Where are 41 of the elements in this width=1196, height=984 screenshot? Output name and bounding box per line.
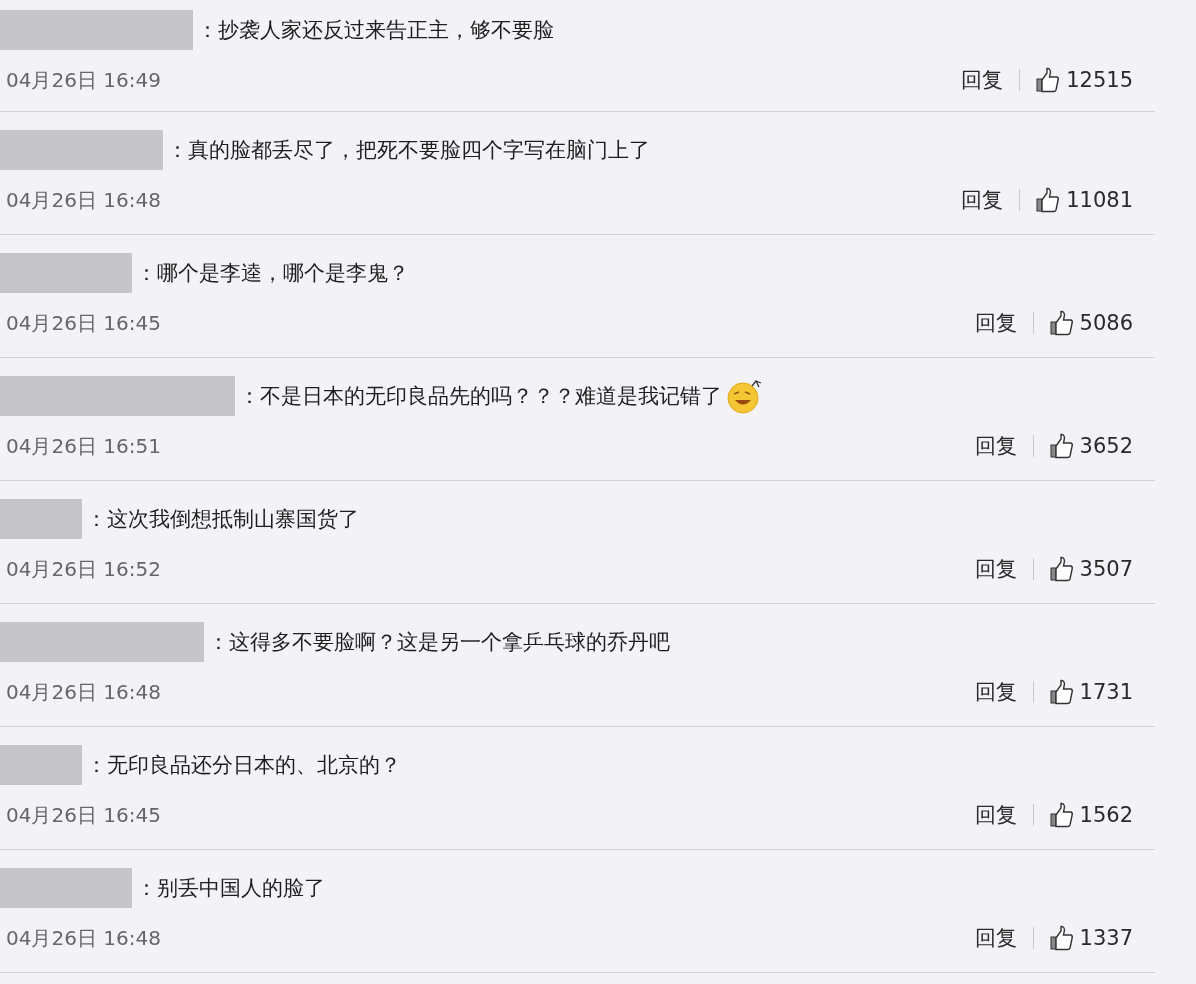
comment-time: 04月26日 16:48 bbox=[6, 678, 161, 706]
like-count: 3507 bbox=[1079, 557, 1133, 581]
thumbs-up-icon[interactable] bbox=[1049, 556, 1074, 582]
comment-time: 04月26日 16:48 bbox=[6, 186, 161, 214]
reply-link[interactable]: 回复 bbox=[974, 432, 1017, 460]
comment-time: 04月26日 16:52 bbox=[6, 555, 161, 583]
comment-text: ：不是日本的无印良品先的吗？？？难道是我记错了 bbox=[239, 383, 722, 410]
reply-link[interactable]: 回复 bbox=[974, 555, 1017, 583]
comment-text: ：真的脸都丢尽了，把死不要脸四个字写在脑门上了 bbox=[167, 137, 650, 164]
thumbs-up-icon[interactable] bbox=[1049, 310, 1074, 336]
reply-link[interactable]: 回复 bbox=[974, 801, 1017, 829]
comment-text: ：这得多不要脸啊？这是另一个拿乒乓球的乔丹吧 bbox=[208, 629, 670, 656]
like-count: 12515 bbox=[1066, 68, 1133, 92]
comment-text: ：别丢中国人的脸了 bbox=[136, 875, 325, 902]
reply-link[interactable]: 回复 bbox=[974, 678, 1017, 706]
thumbs-up-icon[interactable] bbox=[1036, 67, 1061, 93]
reply-link[interactable]: 回复 bbox=[974, 924, 1017, 952]
reply-link[interactable]: 回复 bbox=[961, 186, 1004, 214]
thumbs-up-icon[interactable] bbox=[1036, 187, 1061, 213]
comment-text: ：这次我倒想抵制山寨国货了 bbox=[86, 506, 359, 533]
like-count: 1562 bbox=[1079, 803, 1133, 827]
thumbs-up-icon[interactable] bbox=[1049, 433, 1074, 459]
thumbs-up-icon[interactable] bbox=[1049, 679, 1074, 705]
like-count: 1337 bbox=[1079, 926, 1133, 950]
comment-time: 04月26日 16:51 bbox=[6, 432, 161, 460]
like-count: 3652 bbox=[1079, 434, 1133, 458]
laughing-emoji-icon bbox=[726, 377, 764, 415]
thumbs-up-icon[interactable] bbox=[1049, 925, 1074, 951]
like-count: 5086 bbox=[1079, 311, 1133, 335]
comment-time: 04月26日 16:48 bbox=[6, 924, 161, 952]
comment-text: ：哪个是李逵，哪个是李鬼？ bbox=[136, 260, 409, 287]
like-count: 11081 bbox=[1066, 188, 1133, 212]
like-count: 1731 bbox=[1079, 680, 1133, 704]
reply-link[interactable]: 回复 bbox=[961, 66, 1004, 94]
reply-link[interactable]: 回复 bbox=[974, 309, 1017, 337]
comment-time: 04月26日 16:45 bbox=[6, 309, 161, 337]
comment-time: 04月26日 16:45 bbox=[6, 801, 161, 829]
comment-text: ：无印良品还分日本的、北京的？ bbox=[86, 752, 401, 779]
thumbs-up-icon[interactable] bbox=[1049, 802, 1074, 828]
comment-time: 04月26日 16:49 bbox=[6, 66, 161, 94]
comment-text: ：抄袭人家还反过来告正主，够不要脸 bbox=[197, 17, 554, 44]
